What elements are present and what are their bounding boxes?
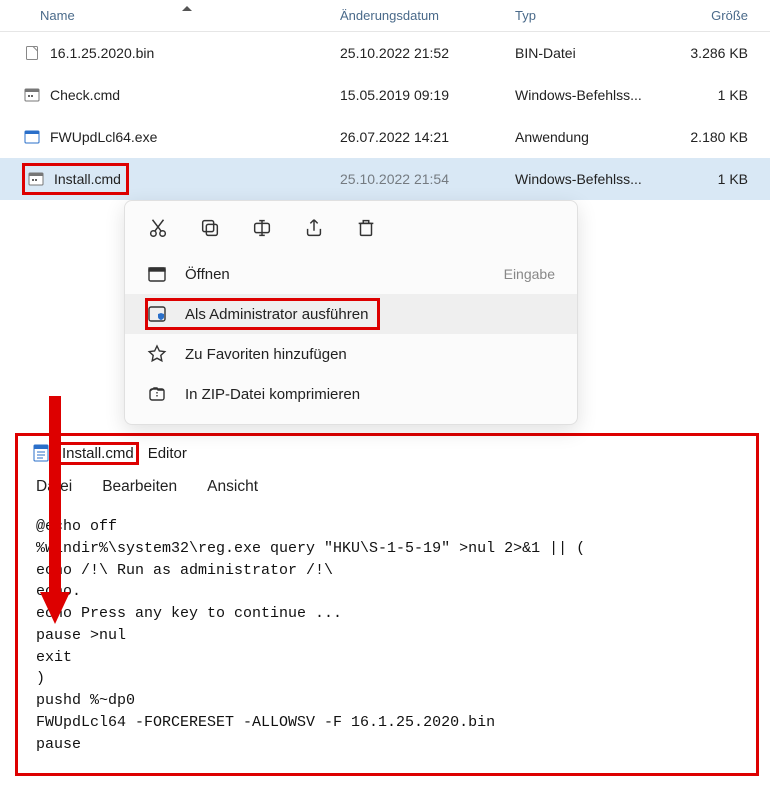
file-size: 3.286 KB bbox=[660, 45, 760, 61]
file-explorer: Name Änderungsdatum Typ Größe 16.1.25.20… bbox=[0, 0, 770, 773]
share-icon[interactable] bbox=[303, 217, 325, 242]
delete-icon[interactable] bbox=[355, 217, 377, 242]
file-row[interactable]: FWUpdLcl64.exe 26.07.2022 14:21 Anwendun… bbox=[0, 116, 770, 158]
menu-view[interactable]: Ansicht bbox=[207, 478, 258, 496]
notepad-titlebar: Install.cmd Editor bbox=[18, 436, 756, 466]
menu-file[interactable]: Datei bbox=[36, 478, 72, 496]
file-size: 2.180 KB bbox=[660, 129, 760, 145]
menu-edit[interactable]: Bearbeiten bbox=[102, 478, 177, 496]
file-row[interactable]: Install.cmd 25.10.2022 21:54 Windows-Bef… bbox=[0, 158, 770, 200]
file-name: Check.cmd bbox=[50, 87, 120, 103]
ctx-open[interactable]: Öffnen Eingabe bbox=[125, 254, 577, 294]
file-size: 1 KB bbox=[660, 87, 760, 103]
cmd-icon bbox=[24, 87, 40, 103]
notepad-window: Install.cmd Editor Datei Bearbeiten Ansi… bbox=[18, 436, 756, 773]
shield-admin-icon bbox=[147, 304, 167, 324]
ctx-open-label: Öffnen bbox=[185, 266, 230, 283]
file-name: 16.1.25.2020.bin bbox=[50, 45, 154, 61]
cut-icon[interactable] bbox=[147, 217, 169, 242]
file-name: Install.cmd bbox=[54, 171, 121, 187]
file-type: BIN-Datei bbox=[515, 45, 660, 61]
ctx-fav-label: Zu Favoriten hinzufügen bbox=[185, 346, 347, 363]
file-size: 1 KB bbox=[660, 171, 760, 187]
copy-icon[interactable] bbox=[199, 217, 221, 242]
ctx-compress-zip[interactable]: In ZIP-Datei komprimieren bbox=[125, 374, 577, 414]
file-date: 15.05.2019 09:19 bbox=[340, 87, 515, 103]
ctx-open-hint: Eingabe bbox=[504, 266, 555, 282]
open-icon bbox=[147, 264, 167, 284]
exe-icon bbox=[24, 129, 40, 145]
rename-icon[interactable] bbox=[251, 217, 273, 242]
file-date: 26.07.2022 14:21 bbox=[340, 129, 515, 145]
star-icon bbox=[147, 344, 167, 364]
header-name[interactable]: Name bbox=[0, 8, 340, 23]
ctx-admin-label: Als Administrator ausführen bbox=[185, 306, 368, 323]
header-type[interactable]: Typ bbox=[515, 8, 660, 23]
header-size[interactable]: Größe bbox=[660, 8, 760, 23]
context-menu: Öffnen Eingabe Als Administrator ausführ… bbox=[124, 200, 578, 425]
notepad-icon bbox=[32, 444, 50, 462]
column-headers: Name Änderungsdatum Typ Größe bbox=[0, 0, 770, 32]
file-date: 25.10.2022 21:54 bbox=[340, 171, 515, 187]
file-name: FWUpdLcl64.exe bbox=[50, 129, 157, 145]
highlight-admin: Als Administrator ausführen bbox=[147, 300, 378, 328]
ctx-add-favorite[interactable]: Zu Favoriten hinzufügen bbox=[125, 334, 577, 374]
file-row[interactable]: 16.1.25.2020.bin 25.10.2022 21:52 BIN-Da… bbox=[0, 32, 770, 74]
notepad-appname: Editor bbox=[148, 445, 187, 462]
cmd-icon bbox=[28, 171, 44, 187]
file-row[interactable]: Check.cmd 15.05.2019 09:19 Windows-Befeh… bbox=[0, 74, 770, 116]
file-type: Windows-Befehlss... bbox=[515, 171, 660, 187]
file-type: Windows-Befehlss... bbox=[515, 87, 660, 103]
zip-icon bbox=[147, 384, 167, 404]
ctx-zip-label: In ZIP-Datei komprimieren bbox=[185, 386, 360, 403]
context-icon-row bbox=[125, 207, 577, 254]
ctx-run-as-admin[interactable]: Als Administrator ausführen bbox=[125, 294, 577, 334]
file-date: 25.10.2022 21:52 bbox=[340, 45, 515, 61]
notepad-content[interactable]: @echo off %windir%\system32\reg.exe quer… bbox=[18, 510, 756, 773]
notepad-menubar: Datei Bearbeiten Ansicht bbox=[18, 466, 756, 510]
header-date[interactable]: Änderungsdatum bbox=[340, 8, 515, 23]
highlight-install: Install.cmd bbox=[24, 165, 127, 193]
file-type: Anwendung bbox=[515, 129, 660, 145]
notepad-filename: Install.cmd bbox=[60, 445, 136, 462]
file-icon bbox=[24, 45, 40, 61]
